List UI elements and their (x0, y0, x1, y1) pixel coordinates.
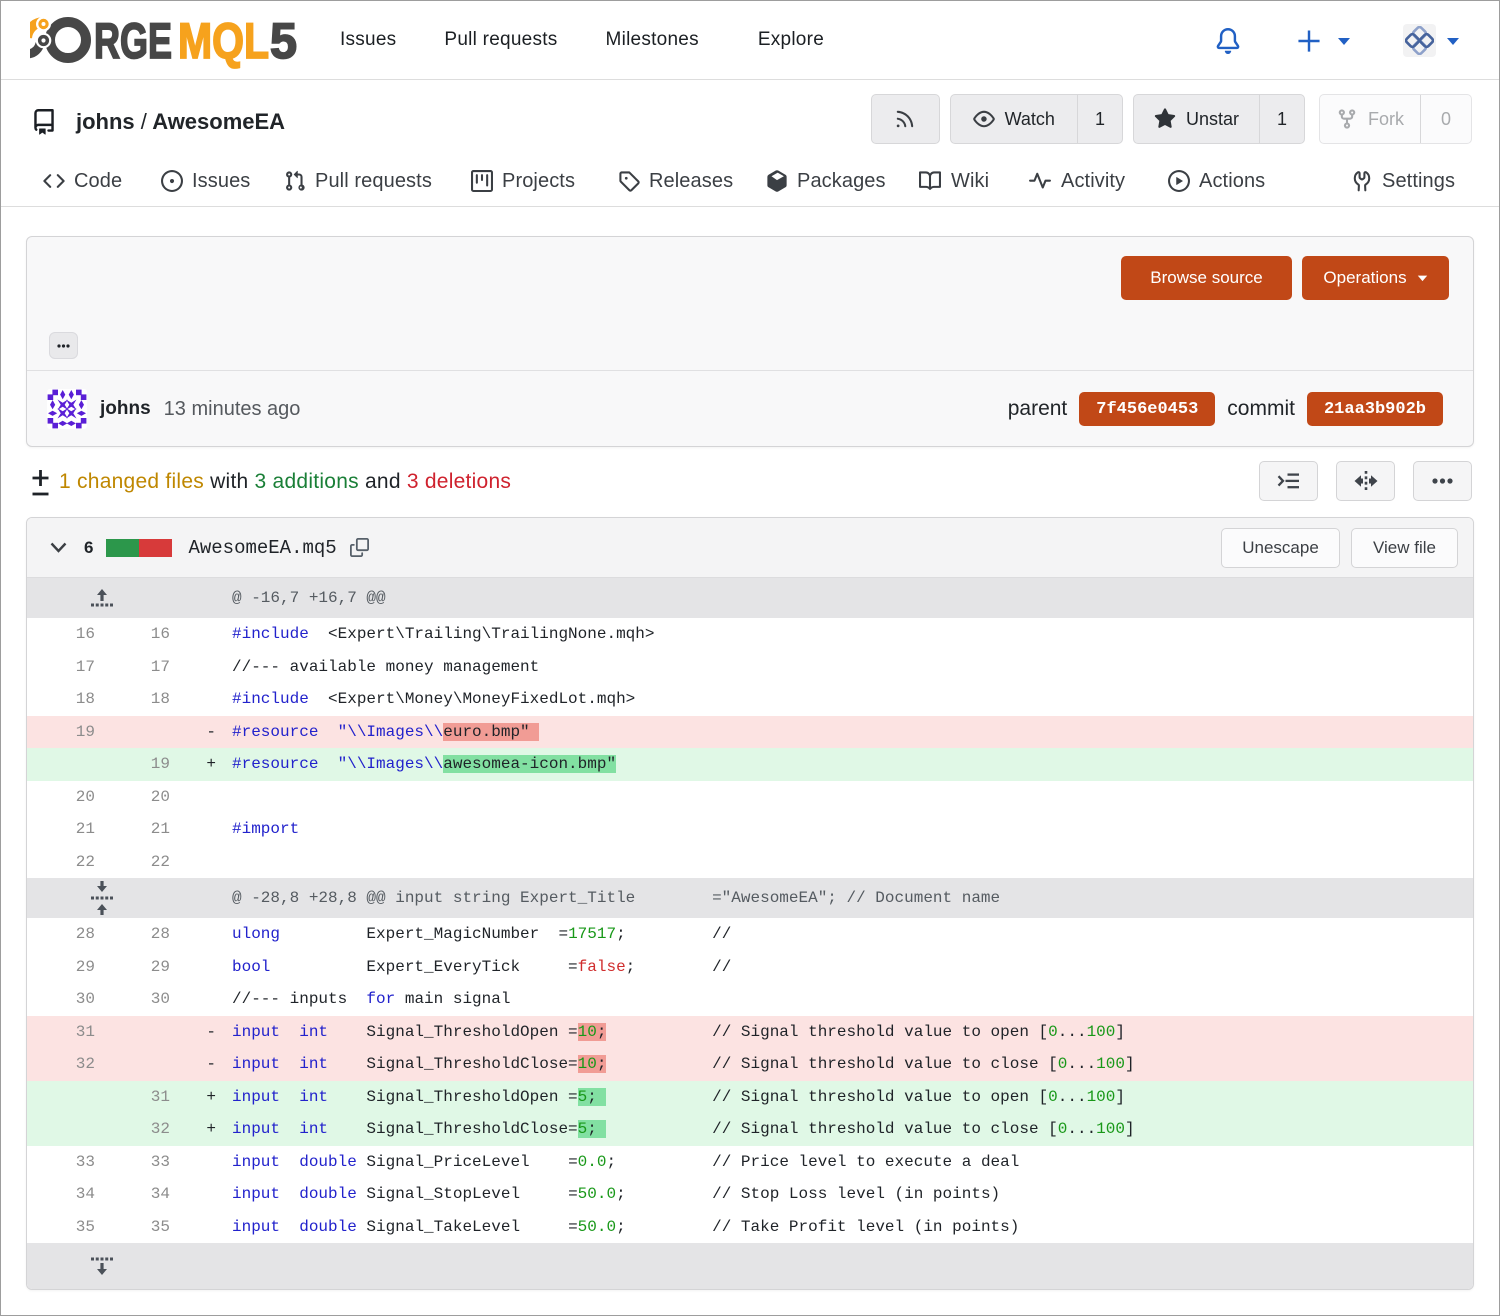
svg-text:RGE: RGE (94, 13, 172, 69)
svg-text:MQL: MQL (178, 13, 269, 69)
svg-text:5: 5 (270, 13, 297, 69)
